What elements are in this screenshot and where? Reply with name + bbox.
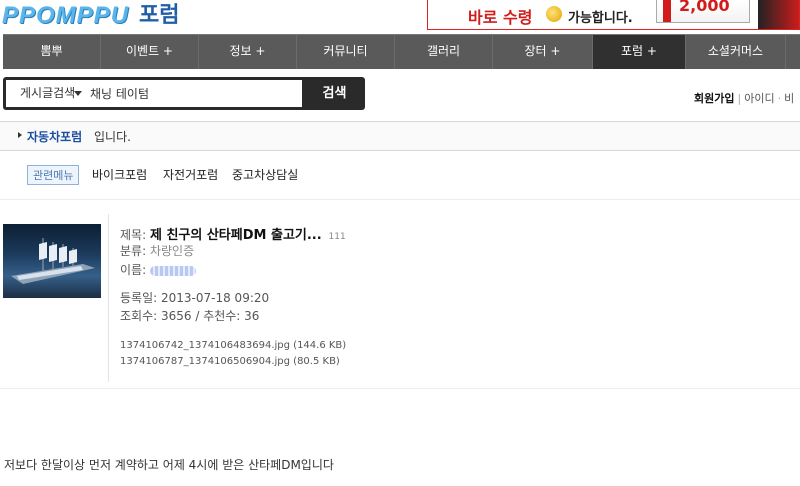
ad-text-left: 바로 수령 [468, 8, 533, 27]
related-link-bicycle[interactable]: 자전거포럼 [163, 166, 218, 183]
main-nav: 뽐뿌 이벤트 + 정보 + 커뮤니티 갤러리 장터 + 포럼 + 소셜커머스 [3, 34, 800, 69]
member-links: 회원가입 | 아이디 · 비 [694, 90, 794, 106]
forum-info-bar: 자동차포럼 입니다. [0, 121, 800, 151]
search-bar: 게시글검색 검색 [3, 77, 365, 110]
author-name[interactable] [149, 265, 196, 276]
chevron-down-icon [74, 91, 82, 96]
post-title-line: 제목: 제 친구의 산타페DM 출고기... 111 [120, 224, 346, 243]
post-title: 제 친구의 산타페DM 출고기... [149, 228, 322, 243]
forum-name-suffix: 입니다. [94, 130, 131, 144]
search-type-select[interactable]: 게시글검색 [6, 80, 84, 107]
separator: | [737, 92, 742, 105]
signup-link[interactable]: 회원가입 [694, 92, 734, 105]
attachment-link[interactable]: 1374106787_1374106506904.jpg (80.5 KB) [120, 356, 340, 367]
nav-item-event[interactable]: 이벤트 + [101, 35, 199, 69]
author-line: 이름: [120, 261, 196, 278]
ad-banner[interactable]: 바로 수령 가능합니다. 2,000 [427, 0, 800, 30]
ad-amount: 2,000 [679, 0, 730, 15]
nav-item-social-commerce[interactable]: 소셜커머스 [686, 35, 786, 69]
post-body: 저보다 한달이상 먼저 계약하고 어제 4시에 받은 산타페DM입니다 [4, 458, 334, 472]
nav-item-overflow[interactable] [786, 35, 800, 69]
nav-item-info[interactable]: 정보 + [199, 35, 297, 69]
related-menu-label: 관련메뉴 [27, 165, 80, 185]
ship-image-icon [11, 238, 95, 284]
ad-decoration [758, 0, 799, 29]
search-input[interactable] [84, 80, 302, 107]
post-meta: 제목: 제 친구의 산타페DM 출고기... 111 분류: 차량인증 이름: … [108, 214, 800, 382]
content-divider [0, 388, 800, 389]
related-menu: 관련메뉴 바이크포럼 자전거포럼 중고차상담실 [0, 151, 800, 200]
title-label: 제목: [120, 228, 147, 242]
category-label: 분류: [120, 244, 147, 258]
coin-icon [546, 6, 562, 22]
attachment-link[interactable]: 1374106742_1374106483694.jpg (144.6 KB) [120, 340, 346, 351]
post-thumbnail[interactable] [3, 224, 101, 298]
search-button[interactable]: 검색 [304, 77, 365, 110]
stats-line: 조회수: 3656 / 추천수: 36 [120, 309, 260, 323]
date-label: 등록일: [120, 291, 158, 305]
page-title: 포럼 [139, 3, 180, 28]
post-category[interactable]: 차량인증 [150, 244, 194, 258]
search-type-value: 게시글검색 [20, 86, 76, 100]
nav-item-forum[interactable]: 포럼 + [593, 35, 686, 69]
nav-item-community[interactable]: 커뮤니티 [297, 35, 395, 69]
category-line: 분류: 차량인증 [120, 242, 194, 259]
forum-name-link[interactable]: 자동차포럼 [27, 128, 82, 145]
post-date: 2013-07-18 09:20 [161, 291, 270, 305]
nav-item-gallery[interactable]: 갤러리 [395, 35, 493, 69]
related-link-used-car[interactable]: 중고차상담실 [232, 166, 298, 183]
ad-amount-box: 2,000 [656, 0, 750, 23]
logo-text: PPOMPPU [2, 2, 130, 29]
ad-text-right: 가능합니다. [568, 11, 633, 26]
nav-item-ppomppu[interactable]: 뽐뿌 [3, 35, 101, 69]
separator: · [777, 92, 782, 105]
site-logo[interactable]: PPOMPPU 포럼 [2, 0, 180, 30]
author-label: 이름: [120, 263, 147, 277]
comment-count: 111 [328, 232, 346, 242]
related-link-bike[interactable]: 바이크포럼 [92, 166, 147, 183]
arrow-right-icon [18, 132, 22, 138]
login-id-link[interactable]: 아이디 [744, 92, 774, 105]
password-link[interactable]: 비 [784, 92, 794, 105]
date-line: 등록일: 2013-07-18 09:20 [120, 289, 269, 306]
nav-item-market[interactable]: 장터 + [493, 35, 593, 69]
